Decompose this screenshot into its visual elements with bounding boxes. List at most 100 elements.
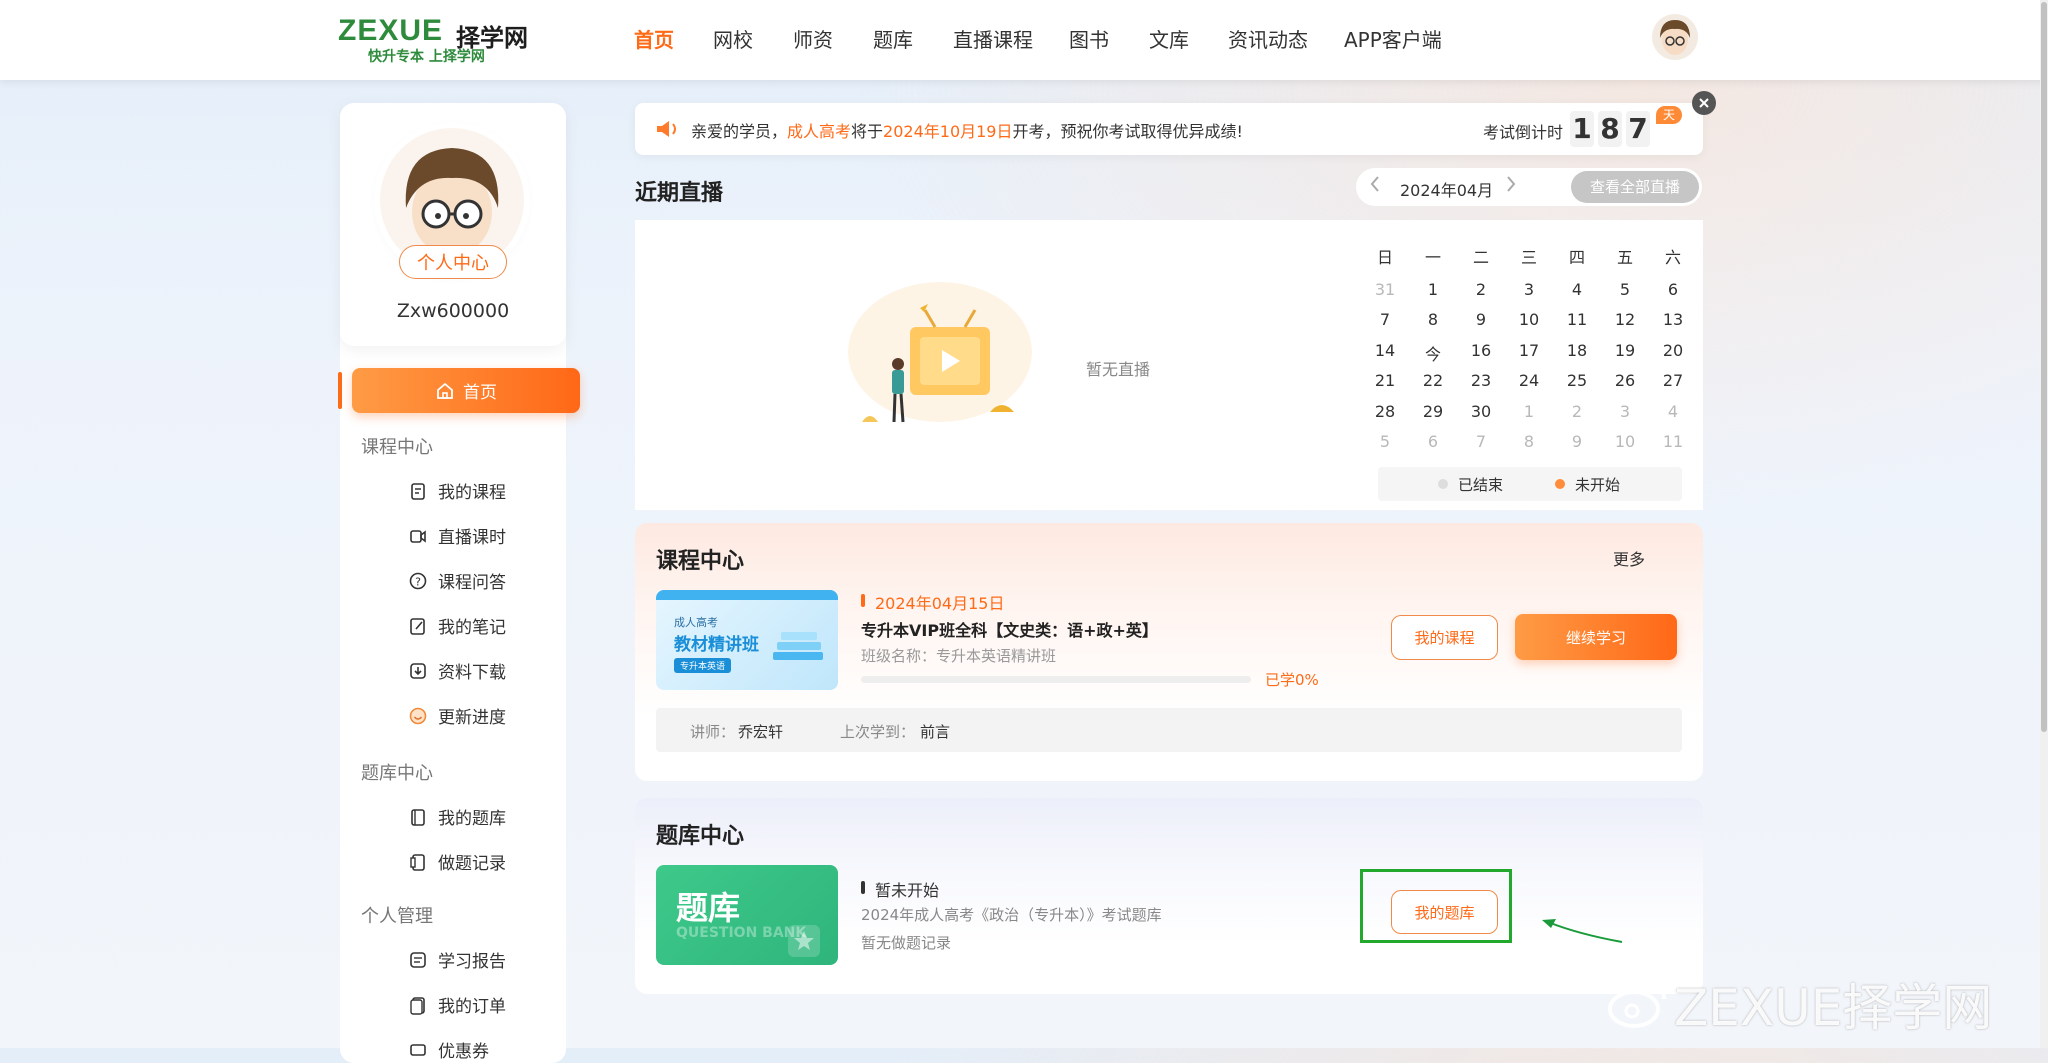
calendar-day[interactable]: 17: [1507, 341, 1551, 360]
nav-home[interactable]: 首页: [634, 24, 674, 53]
calendar-day[interactable]: 7: [1459, 432, 1503, 451]
calendar-day[interactable]: 5: [1603, 280, 1647, 299]
calendar-day[interactable]: 14: [1363, 341, 1407, 360]
bank-center-title: 题库中心: [656, 824, 745, 849]
sidebar-item-course-qa[interactable]: ? 课程问答: [408, 568, 506, 593]
calendar-day[interactable]: 30: [1459, 402, 1503, 421]
calendar-day[interactable]: 21: [1363, 371, 1407, 390]
bank-name[interactable]: 2024年成人高考《政治（专升本）》考试题库: [861, 904, 1162, 925]
bank-thumbnail[interactable]: 题库 QUESTION BANK: [656, 865, 838, 965]
calendar-day[interactable]: 3: [1603, 402, 1647, 421]
sidebar-item-my-notes[interactable]: 我的笔记: [408, 613, 506, 638]
calendar-day[interactable]: 11: [1555, 310, 1599, 329]
bank-status: 暂未开始: [875, 881, 940, 900]
calendar-day[interactable]: 18: [1555, 341, 1599, 360]
bank-status-marker: [861, 881, 865, 894]
nav-news[interactable]: 资讯动态: [1228, 24, 1308, 53]
sidebar-item-home[interactable]: 首页: [352, 368, 580, 413]
calendar-day[interactable]: 10: [1603, 432, 1647, 451]
sidebar-item-my-bank[interactable]: 我的题库: [408, 804, 506, 829]
calendar-day[interactable]: 26: [1603, 371, 1647, 390]
scrollbar-thumb[interactable]: [2041, 2, 2047, 732]
calendar-day[interactable]: 5: [1363, 432, 1407, 451]
calendar-day[interactable]: 20: [1651, 341, 1695, 360]
sidebar-item-live-lessons[interactable]: 直播课时: [408, 523, 506, 548]
thumb-tag: 专升本英语: [674, 658, 732, 673]
calendar-day[interactable]: 3: [1507, 280, 1551, 299]
calendar-day[interactable]: 22: [1411, 371, 1455, 390]
sidebar-item-my-orders[interactable]: 我的订单: [408, 992, 506, 1017]
calendar-day[interactable]: 19: [1603, 341, 1647, 360]
calendar-day[interactable]: 1: [1411, 280, 1455, 299]
my-bank-button[interactable]: 我的题库: [1391, 890, 1498, 934]
calendar-day[interactable]: 今: [1411, 341, 1455, 365]
continue-learning-button[interactable]: 继续学习: [1515, 614, 1677, 660]
calendar-day[interactable]: 28: [1363, 402, 1407, 421]
nav-library[interactable]: 文库: [1149, 24, 1189, 53]
calendar-day[interactable]: 11: [1651, 432, 1695, 451]
nav-app-client[interactable]: APP客户端: [1344, 24, 1442, 53]
calendar-day[interactable]: 23: [1459, 371, 1503, 390]
my-course-button[interactable]: 我的课程: [1391, 615, 1498, 660]
personal-center-button[interactable]: 个人中心: [399, 245, 507, 279]
nav-online-school[interactable]: 网校: [713, 24, 753, 53]
course-date-marker: [861, 594, 865, 607]
course-date: 2024年04月15日: [875, 594, 1005, 613]
nav-question-bank[interactable]: 题库: [873, 24, 913, 53]
site-logo[interactable]: ZEXUE 择学网 快升专本 上择学网: [338, 14, 538, 65]
close-notice-button[interactable]: [1692, 91, 1716, 115]
next-month-button[interactable]: [1504, 174, 1518, 198]
calendar-day[interactable]: 16: [1459, 341, 1503, 360]
calendar-weekday: 三: [1520, 248, 1537, 267]
calendar-day[interactable]: 31: [1363, 280, 1407, 299]
sidebar-item-label: 资料下载: [438, 663, 506, 683]
sidebar-item-home-label: 首页: [463, 383, 497, 403]
calendar-day[interactable]: 6: [1651, 280, 1695, 299]
teacher-label: 讲师：: [690, 723, 736, 741]
calendar-day[interactable]: 7: [1363, 310, 1407, 329]
calendar-day[interactable]: 9: [1459, 310, 1503, 329]
nav-books[interactable]: 图书: [1069, 24, 1109, 53]
view-all-live-button[interactable]: 查看全部直播: [1571, 171, 1699, 203]
calendar-day[interactable]: 4: [1651, 402, 1695, 421]
calendar-day[interactable]: 4: [1555, 280, 1599, 299]
sidebar-item-coupons[interactable]: 优惠券: [408, 1037, 489, 1062]
calendar-day[interactable]: 2: [1459, 280, 1503, 299]
last-studied-value[interactable]: 前言: [920, 721, 950, 742]
course-thumbnail[interactable]: 成人高考 教材精讲班 专升本英语: [656, 590, 838, 690]
notice-highlight: 成人高考: [787, 122, 852, 141]
calendar-day[interactable]: 24: [1507, 371, 1551, 390]
calendar-day[interactable]: 2: [1555, 402, 1599, 421]
prev-month-button[interactable]: [1368, 174, 1382, 199]
sidebar-item-label: 我的笔记: [438, 618, 506, 638]
calendar-day[interactable]: 13: [1651, 310, 1695, 329]
calendar-day[interactable]: 25: [1555, 371, 1599, 390]
user-avatar[interactable]: [1652, 14, 1698, 60]
calendar-day[interactable]: 10: [1507, 310, 1551, 329]
calendar-day[interactable]: 8: [1507, 432, 1551, 451]
calendar-day[interactable]: 27: [1651, 371, 1695, 390]
thumb-small-text: 成人高考: [674, 616, 718, 629]
course-progress-text: 已学0%: [1265, 671, 1319, 689]
no-live-text: 暂无直播: [1086, 360, 1151, 379]
sidebar-item-my-courses[interactable]: 我的课程: [408, 478, 506, 503]
sidebar-item-update-progress[interactable]: 更新进度: [408, 703, 506, 728]
calendar-day[interactable]: 12: [1603, 310, 1647, 329]
page-scrollbar[interactable]: [2040, 0, 2048, 1048]
calendar-day[interactable]: 9: [1555, 432, 1599, 451]
sidebar-item-study-report[interactable]: 学习报告: [408, 947, 506, 972]
profile-username: Zxw600000: [396, 300, 510, 322]
nav-live-courses[interactable]: 直播课程: [953, 24, 1033, 53]
course-name[interactable]: 专升本VIP班全科【文史类：语+政+英】: [861, 617, 1158, 641]
course-more-link[interactable]: 更多: [1613, 546, 1645, 570]
exam-notice-bar: 亲爱的学员，成人高考将于2024年10月19日开考，预祝你考试取得优异成绩! 考…: [635, 103, 1703, 155]
sidebar-item-downloads[interactable]: 资料下载: [408, 658, 506, 683]
sidebar-item-practice-records[interactable]: 做题记录: [408, 849, 506, 874]
legend-ended-dot: [1438, 479, 1448, 489]
calendar-day[interactable]: 1: [1507, 402, 1551, 421]
nav-teachers[interactable]: 师资: [793, 24, 833, 53]
calendar-day[interactable]: 29: [1411, 402, 1455, 421]
calendar-day[interactable]: 6: [1411, 432, 1455, 451]
calendar-day[interactable]: 8: [1411, 310, 1455, 329]
close-icon: [1699, 98, 1709, 108]
